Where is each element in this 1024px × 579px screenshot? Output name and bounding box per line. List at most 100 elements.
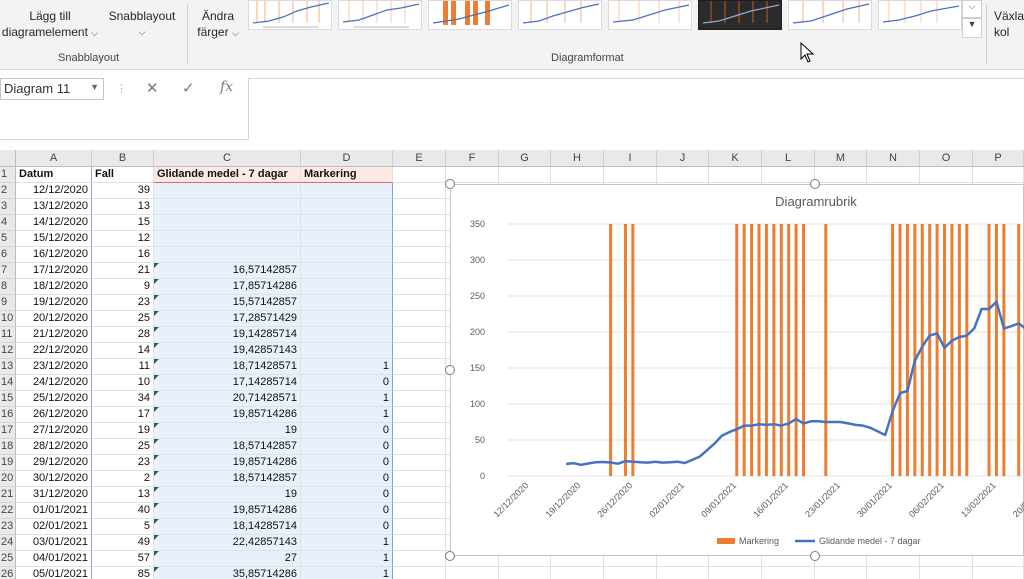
row-header[interactable]: 19 [0,455,16,471]
switch-row-column-button[interactable]: Växla kol [994,8,1024,40]
row-header[interactable]: 5 [0,231,16,247]
table-cell-mark[interactable]: 0 [301,423,393,439]
column-header-k[interactable]: K [709,150,762,167]
table-cell-mark[interactable]: 0 [301,375,393,391]
cell[interactable] [393,263,446,279]
column-header-b[interactable]: B [92,150,154,167]
table-cell-date[interactable]: 18/12/2020 [16,279,92,295]
row-header[interactable]: 12 [0,343,16,359]
cell[interactable] [393,215,446,231]
cell[interactable] [393,375,446,391]
table-cell-avg[interactable]: 15,57142857 [154,295,301,311]
cell[interactable] [393,311,446,327]
table-cell-avg[interactable]: 18,71428571 [154,359,301,375]
column-header-p[interactable]: P [973,150,1024,167]
cell[interactable] [393,199,446,215]
cell[interactable] [920,567,973,579]
cell[interactable] [393,455,446,471]
resize-handle-bottom-left[interactable] [445,551,455,561]
cell[interactable] [393,535,446,551]
resize-handle-left[interactable] [445,365,455,375]
resize-handle-top-left[interactable] [445,179,455,189]
table-cell-date[interactable]: 16/12/2020 [16,247,92,263]
table-cell-avg[interactable]: 22,42857143 [154,535,301,551]
table-cell-fall[interactable]: 13 [92,199,154,215]
table-cell-mark[interactable] [301,215,393,231]
column-header-j[interactable]: J [657,150,709,167]
cell[interactable] [393,295,446,311]
table-cell-avg[interactable]: 19,85714286 [154,503,301,519]
row-header[interactable]: 23 [0,519,16,535]
cell[interactable] [393,439,446,455]
table-cell-fall[interactable]: 25 [92,311,154,327]
row-header[interactable]: 13 [0,359,16,375]
row-header[interactable]: 21 [0,487,16,503]
row-header[interactable]: 9 [0,295,16,311]
table-cell-mark[interactable]: 1 [301,407,393,423]
cell[interactable] [393,487,446,503]
table-cell-fall[interactable]: 15 [92,215,154,231]
table-cell-mark[interactable]: 0 [301,455,393,471]
table-cell-date[interactable]: 20/12/2020 [16,311,92,327]
cell[interactable] [867,567,920,579]
cell[interactable] [499,167,551,183]
row-header[interactable]: 16 [0,407,16,423]
row-header[interactable]: 18 [0,439,16,455]
table-cell-mark[interactable] [301,183,393,199]
cell[interactable] [551,167,604,183]
table-cell-avg[interactable] [154,247,301,263]
cell[interactable] [815,567,867,579]
row-header[interactable]: 4 [0,215,16,231]
table-cell-date[interactable]: 19/12/2020 [16,295,92,311]
quick-layout-button[interactable]: Snabblayout ⌵ [102,8,182,40]
table-cell-avg[interactable] [154,183,301,199]
table-cell-fall[interactable]: 23 [92,295,154,311]
table-cell-avg[interactable]: 19,42857143 [154,343,301,359]
table-cell-mark[interactable] [301,247,393,263]
row-header[interactable]: 26 [0,567,16,579]
cell[interactable] [393,503,446,519]
table-cell-date[interactable]: 28/12/2020 [16,439,92,455]
column-header-a[interactable]: A [16,150,92,167]
chart-style-3[interactable] [428,0,512,30]
cell[interactable] [973,567,1024,579]
table-cell-date[interactable]: 26/12/2020 [16,407,92,423]
table-cell-fall[interactable]: 25 [92,439,154,455]
table-cell-mark[interactable] [301,343,393,359]
table-cell-mark[interactable]: 0 [301,503,393,519]
table-cell-date[interactable]: 22/12/2020 [16,343,92,359]
cell[interactable] [709,167,762,183]
cell[interactable] [393,551,446,567]
table-cell-fall[interactable]: 85 [92,567,154,579]
cell[interactable] [604,567,657,579]
cell[interactable] [393,407,446,423]
row-header[interactable]: 14 [0,375,16,391]
cell[interactable] [709,567,762,579]
cell[interactable] [446,567,499,579]
cell[interactable] [551,567,604,579]
table-cell-avg[interactable] [154,215,301,231]
table-cell-avg[interactable]: 18,57142857 [154,439,301,455]
table-cell-fall[interactable]: 19 [92,423,154,439]
table-cell-date[interactable]: 30/12/2020 [16,471,92,487]
table-cell-date[interactable]: 23/12/2020 [16,359,92,375]
table-cell-fall[interactable]: 13 [92,487,154,503]
chevron-down-icon[interactable]: ▼ [90,82,99,92]
table-cell-date[interactable]: 24/12/2020 [16,375,92,391]
chart-style-4[interactable] [518,0,602,30]
table-cell-fall[interactable]: 40 [92,503,154,519]
cell[interactable] [393,471,446,487]
table-cell-avg[interactable]: 19 [154,423,301,439]
table-cell-avg[interactable]: 27 [154,551,301,567]
table-cell-date[interactable]: 17/12/2020 [16,263,92,279]
row-header[interactable]: 10 [0,311,16,327]
chart-style-6[interactable] [698,0,782,30]
cell[interactable] [393,567,446,579]
table-cell-fall[interactable]: 57 [92,551,154,567]
row-header[interactable]: 15 [0,391,16,407]
table-cell-fall[interactable]: 49 [92,535,154,551]
table-cell-mark[interactable]: 1 [301,535,393,551]
formula-input[interactable] [248,78,1024,140]
check-icon[interactable]: ✓ [182,79,195,97]
cell[interactable] [762,167,815,183]
